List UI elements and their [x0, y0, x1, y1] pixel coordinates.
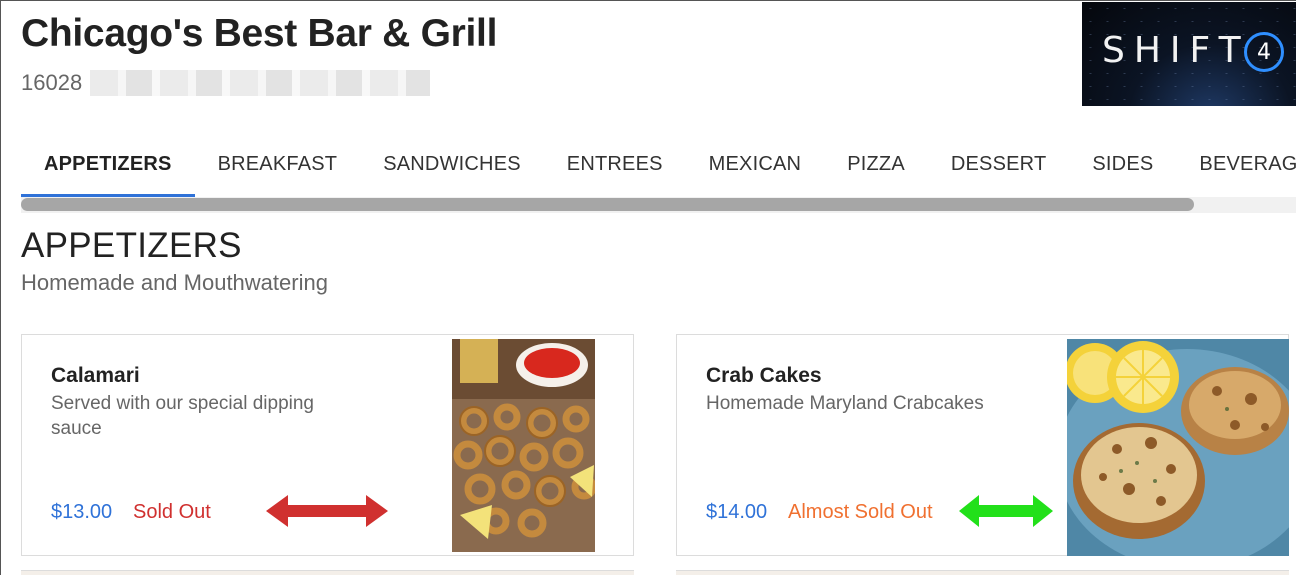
address-redacted	[90, 70, 431, 96]
item-status-badge: Sold Out	[133, 501, 211, 523]
tab-entrees[interactable]: ENTREES	[544, 145, 686, 197]
menu-item-card[interactable]: Calamari Served with our special dipping…	[21, 334, 634, 556]
crab-cakes-photo	[1067, 339, 1289, 556]
item-name: Calamari	[51, 364, 140, 387]
double-arrow-icon	[266, 495, 388, 527]
section-subtitle: Homemade and Mouthwatering	[21, 270, 328, 295]
tab-beverages[interactable]: BEVERAGES	[1176, 145, 1296, 197]
shift4-logo: SHIFT 4	[1082, 2, 1296, 106]
tab-mexican[interactable]: MEXICAN	[686, 145, 825, 197]
header: Chicago's Best Bar & Grill 16028 SHIFT 4	[0, 0, 1296, 110]
tab-sandwiches[interactable]: SANDWICHES	[360, 145, 544, 197]
tab-sides[interactable]: SIDES	[1069, 145, 1176, 197]
address-number: 16028	[21, 70, 83, 95]
restaurant-name: Chicago's Best Bar & Grill	[21, 12, 498, 55]
item-price: $13.00	[51, 501, 113, 523]
next-card-peek	[21, 570, 634, 575]
item-status-badge: Almost Sold Out	[788, 501, 933, 523]
next-card-peek	[676, 570, 1289, 575]
tab-dessert[interactable]: DESSERT	[928, 145, 1070, 197]
item-price: $14.00	[706, 501, 768, 523]
logo-text: SHIFT	[1102, 30, 1250, 71]
item-description: Served with our special dipping sauce	[51, 393, 314, 439]
category-tabs: APPETIZERS BREAKFAST SANDWICHES ENTREES …	[21, 145, 1296, 199]
double-arrow-icon	[959, 495, 1053, 527]
tabs-scrollbar-thumb[interactable]	[21, 198, 1194, 211]
item-name: Crab Cakes	[706, 364, 822, 387]
section-title: APPETIZERS	[21, 226, 242, 265]
calamari-photo	[452, 339, 595, 552]
tab-breakfast[interactable]: BREAKFAST	[195, 145, 361, 197]
tab-pizza[interactable]: PIZZA	[824, 145, 928, 197]
item-description: Homemade Maryland Crabcakes	[706, 393, 984, 414]
tab-appetizers[interactable]: APPETIZERS	[21, 145, 195, 197]
tabs-scrollbar[interactable]	[21, 197, 1296, 213]
restaurant-address: 16028	[21, 70, 431, 96]
logo-four-icon: 4	[1244, 32, 1284, 72]
menu-item-card[interactable]: Crab Cakes Homemade Maryland Crabcakes $…	[676, 334, 1289, 556]
